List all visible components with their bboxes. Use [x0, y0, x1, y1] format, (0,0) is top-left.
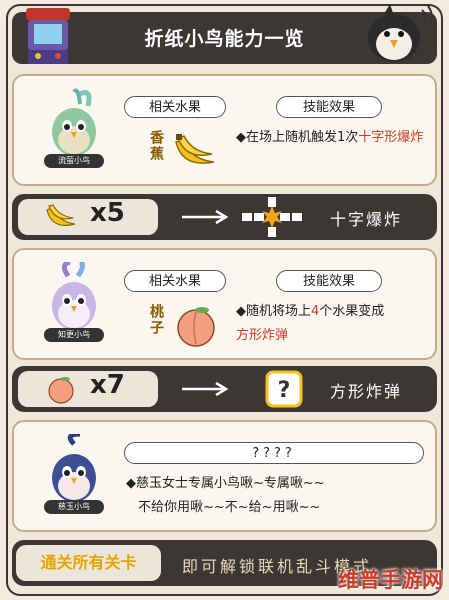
peach-icon — [46, 375, 76, 405]
bird-name: 流萤小鸟 — [44, 154, 104, 168]
bird-card-3: 慈玉小鸟 ???? ◆慈玉女士专属小鸟啾~专属啾~~ 不给你用啾~~不~给~用啾… — [12, 420, 437, 532]
skill-header: 技能效果 — [276, 96, 382, 118]
skill-header: 技能效果 — [276, 270, 382, 292]
fruit-label: 香蕉 — [148, 130, 164, 162]
watermark: 维普手游网 — [338, 568, 443, 592]
penguin-mascot-icon — [360, 2, 436, 66]
combo-left-panel: x5 — [18, 198, 158, 235]
multiplier-text: x7 — [90, 370, 125, 400]
skill-effect-line-1: ◆慈玉女士专属小鸟啾~专属啾~~ — [126, 476, 325, 491]
bird-ciyu-icon — [52, 431, 96, 502]
bird-avatar: 慈玉小鸟 — [40, 431, 108, 514]
bird-name: 知更小鸟 — [44, 328, 104, 342]
svg-text:?: ? — [278, 378, 291, 403]
header-bar: 折纸小鸟能力一览 — [12, 4, 437, 64]
multiplier-text: x5 — [90, 198, 125, 228]
bird-card-1: 流萤小鸟 相关水果 技能效果 香蕉 ◆在场上随机触发1次十字形爆炸 — [12, 74, 437, 186]
bird-robin-icon — [52, 259, 96, 330]
arrow-right-icon — [180, 209, 230, 225]
banana-icon — [44, 202, 78, 232]
bird-card-2: 知更小鸟 相关水果 技能效果 桃子 ◆随机将场上4个水果变成 方形炸弹 — [12, 248, 437, 360]
cross-explosion-icon — [240, 197, 304, 237]
bird-avatar: 流萤小鸟 — [40, 88, 108, 168]
combo-bar-1: x5 十字爆炸 — [12, 194, 437, 240]
combo-bar-2: x7 ? 方形炸弹 — [12, 366, 437, 412]
bird-firefly-icon — [52, 88, 96, 156]
fruit-header: 相关水果 — [124, 270, 226, 292]
square-bomb-icon: ? — [264, 369, 304, 409]
combo-result: 十字爆炸 — [330, 210, 403, 229]
combo-left-panel: x7 — [18, 370, 158, 407]
unlock-condition: 通关所有关卡 — [16, 545, 161, 581]
banana-icon — [172, 132, 218, 172]
skill-effect: ◆随机将场上4个水果变成 方形炸弹 — [236, 304, 385, 343]
skill-effect-line-2: 不给你用啾~~不~给~用啾~~ — [138, 500, 321, 515]
combo-result: 方形炸弹 — [330, 382, 403, 401]
bird-avatar: 知更小鸟 — [40, 259, 108, 342]
fruit-label: 桃子 — [148, 304, 164, 336]
skill-effect: ◆在场上随机触发1次十字形爆炸 — [236, 130, 424, 145]
peach-icon — [174, 304, 218, 348]
bird-name: 慈玉小鸟 — [44, 500, 104, 514]
unknown-header: ???? — [124, 442, 424, 464]
fruit-header: 相关水果 — [124, 96, 226, 118]
arrow-right-icon — [180, 381, 230, 397]
